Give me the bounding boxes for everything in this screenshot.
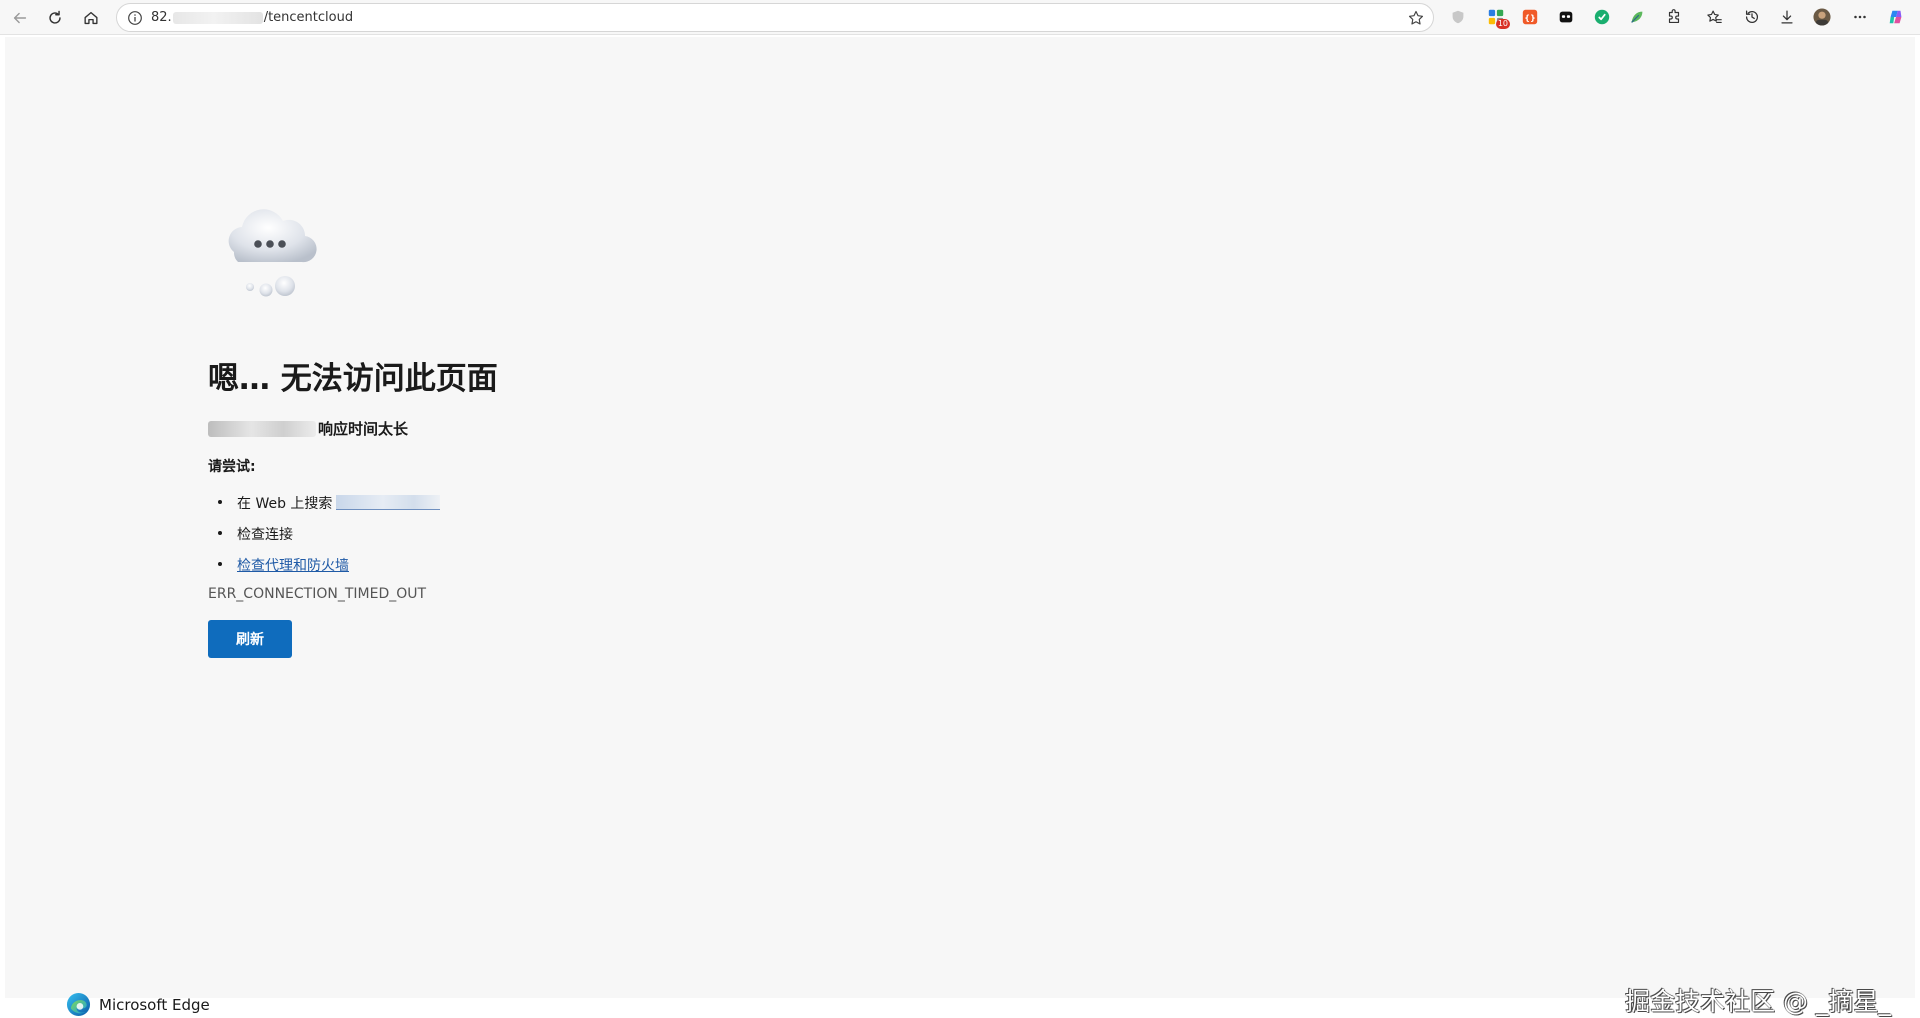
home-button[interactable]	[78, 5, 104, 31]
edge-brand: Microsoft Edge	[66, 992, 210, 1017]
url-suffix: /tencentcloud	[263, 10, 354, 25]
suggestion-search-label: 在 Web 上搜索	[237, 495, 333, 512]
star-icon[interactable]	[1407, 9, 1425, 27]
svg-text:{}: {}	[1524, 13, 1536, 23]
extension-mask-icon[interactable]	[1556, 7, 1576, 27]
error-description: 响应时间太长	[208, 418, 408, 439]
puzzle-icon[interactable]	[1664, 7, 1684, 27]
error-page: 嗯… 无法访问此页面 响应时间太长 请尝试: 在 Web 上搜索 检查连接 检查…	[5, 37, 1915, 1017]
watermark: 掘金技术社区 @ _摘星_	[1625, 987, 1891, 1016]
suggestion-check-connection-label: 检查连接	[237, 526, 293, 543]
favorites-icon[interactable]	[1704, 7, 1724, 27]
suggestion-search: 在 Web 上搜索	[208, 487, 441, 518]
suggestion-check-proxy: 检查代理和防火墙	[208, 549, 440, 580]
extension-badge: 10	[1495, 19, 1510, 29]
url-prefix: 82.	[151, 10, 172, 25]
back-button[interactable]	[7, 5, 33, 31]
copilot-icon[interactable]	[1886, 7, 1906, 27]
host-redaction	[208, 420, 316, 437]
page-title: 嗯… 无法访问此页面	[208, 361, 498, 397]
arrow-left-icon	[13, 12, 27, 24]
download-icon[interactable]	[1777, 7, 1797, 27]
info-icon[interactable]	[127, 10, 143, 26]
extension-leaf-icon[interactable]	[1627, 7, 1647, 27]
url-text[interactable]: 82. /tencentcloud	[151, 10, 353, 25]
search-link[interactable]	[336, 495, 441, 510]
extension-json-icon[interactable]: {}	[1520, 7, 1540, 27]
check-proxy-link[interactable]: 检查代理和防火墙	[237, 555, 349, 575]
url-redaction	[172, 11, 263, 24]
more-icon[interactable]	[1850, 7, 1870, 27]
error-description-text: 响应时间太长	[318, 420, 409, 438]
refresh-icon	[49, 10, 61, 24]
extension-shield-icon[interactable]	[1448, 7, 1468, 27]
cloud-icon	[228, 209, 317, 297]
history-icon[interactable]	[1742, 7, 1762, 27]
refresh-button[interactable]	[42, 5, 68, 31]
extension-apps-icon[interactable]: 10	[1486, 7, 1510, 29]
suggestion-list: 在 Web 上搜索 检查连接 检查代理和防火墙	[208, 487, 441, 580]
avatar[interactable]	[1812, 7, 1832, 27]
suggestion-check-connection: 检查连接	[208, 518, 440, 549]
edge-logo-icon	[66, 992, 91, 1017]
home-icon	[84, 11, 98, 25]
extension-green-icon[interactable]	[1592, 7, 1612, 27]
browser-toolbar: 82. /tencentcloud 10 {}	[0, 0, 1920, 35]
edge-brand-name: Microsoft Edge	[99, 995, 210, 1014]
address-bar[interactable]: 82. /tencentcloud	[116, 3, 1434, 32]
error-code: ERR_CONNECTION_TIMED_OUT	[208, 586, 427, 602]
try-label: 请尝试:	[208, 459, 256, 475]
refresh-page-button[interactable]: 刷新	[208, 620, 292, 658]
